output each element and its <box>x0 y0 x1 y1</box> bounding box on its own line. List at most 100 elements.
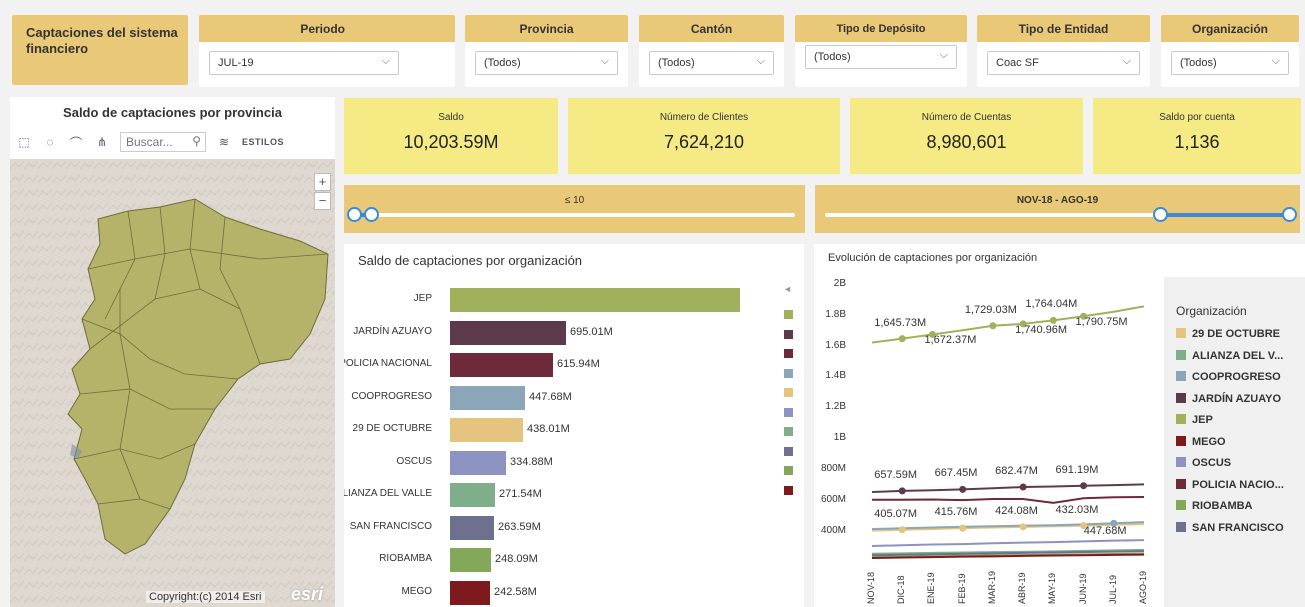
bar[interactable] <box>450 548 491 572</box>
data-point[interactable] <box>1049 316 1057 324</box>
bar[interactable] <box>450 483 495 507</box>
line-legend: Organización 29 DE OCTUBRE ALIANZA DEL V.… <box>1164 277 1305 607</box>
search-icon[interactable]: ⚲ <box>192 134 201 148</box>
tipo-entidad-select[interactable]: Coac SF ⌵ <box>987 51 1140 75</box>
point-label: 424.08M <box>995 504 1038 517</box>
legend-swatch[interactable] <box>784 427 793 436</box>
map-canvas[interactable]: + − Copyright:(c) 2014 Esri esri <box>10 159 335 607</box>
legend-item[interactable]: JARDÍN AZUAYO <box>1176 392 1281 405</box>
x-tick-label: FEB-19 <box>956 573 967 604</box>
bar[interactable] <box>450 320 566 345</box>
bar-category-label: SAN FRANCISCO <box>349 520 432 532</box>
legend-collapse-icon[interactable]: ◄ <box>783 284 792 294</box>
filter-canton[interactable]: Cantón (Todos) ⌵ <box>639 15 784 87</box>
legend-item[interactable]: SAN FRANCISCO <box>1176 521 1284 534</box>
slider-handle-min[interactable] <box>1152 207 1168 222</box>
bar-category-label: COOPROGRESO <box>351 390 432 402</box>
legend-swatch[interactable] <box>784 329 793 339</box>
layers-icon[interactable]: ≋ <box>216 134 232 150</box>
zoom-in-button[interactable]: + <box>314 173 331 191</box>
legend-item[interactable]: RIOBAMBA <box>1176 500 1253 512</box>
slider-handle-max[interactable] <box>1282 207 1297 222</box>
bar[interactable] <box>450 450 506 475</box>
legend-swatch[interactable] <box>784 368 793 378</box>
legend-swatch[interactable] <box>784 388 793 397</box>
bar-value-label: 695.01M <box>570 325 613 338</box>
clear-selection-icon[interactable]: ⋔ <box>94 134 110 150</box>
kpi-cuentas: Número de Cuentas 8,980,601 <box>850 98 1083 174</box>
bar-row[interactable]: 29 DE OCTUBRE 438.01M <box>344 418 784 442</box>
data-point[interactable] <box>989 322 997 330</box>
bar-row[interactable]: OSCUS 334.88M <box>344 450 784 475</box>
slider-track[interactable] <box>347 207 795 222</box>
tipo-deposito-select[interactable]: (Todos) ⌵ <box>805 45 957 69</box>
legend-item[interactable]: OSCUS <box>1176 457 1231 469</box>
data-point[interactable] <box>1019 523 1027 531</box>
x-tick-label: NOV-18 <box>866 571 876 604</box>
series-line[interactable] <box>871 483 1145 494</box>
map-styles-button[interactable]: ESTILOS <box>242 137 284 147</box>
legend-swatch[interactable] <box>784 310 793 319</box>
slider-handle-min[interactable] <box>347 207 362 222</box>
bar-row[interactable]: POLICIA NACIONAL 615.94M <box>344 353 784 377</box>
rectangle-select-icon[interactable]: ⬚ <box>16 134 32 150</box>
bar-row[interactable]: ALIANZA DEL VALLE 271.54M <box>344 483 784 507</box>
legend-item[interactable]: COOPROGRESO <box>1176 371 1281 383</box>
map-search-input[interactable]: Buscar... ⚲ <box>120 132 206 152</box>
legend-item[interactable]: POLICIA NACIO... <box>1176 478 1284 491</box>
bar[interactable] <box>450 288 740 312</box>
filter-tipo-deposito[interactable]: Tipo de Depósito (Todos) ⌵ <box>795 15 967 87</box>
bar[interactable] <box>450 385 525 410</box>
data-point[interactable] <box>959 485 967 493</box>
legend-swatch[interactable] <box>784 466 793 475</box>
organizacion-select[interactable]: (Todos) ⌵ <box>1171 51 1289 75</box>
bar-value-label: 248.09M <box>495 553 538 565</box>
slider-handle-max[interactable] <box>363 207 379 222</box>
bar-row[interactable]: COOPROGRESO 447.68M <box>344 385 784 410</box>
bar-value-label: 438.01M <box>527 423 570 435</box>
data-point[interactable] <box>898 526 906 534</box>
kpi-value: 8,980,601 <box>926 132 1007 152</box>
legend-swatch[interactable] <box>784 446 793 456</box>
legend-item[interactable]: 29 DE OCTUBRE <box>1176 328 1280 340</box>
legend-item[interactable]: MEGO <box>1176 435 1226 448</box>
filter-tipo-entidad[interactable]: Tipo de Entidad Coac SF ⌵ <box>977 15 1150 87</box>
y-tick-label: 1.6B <box>825 339 846 351</box>
chevron-down-icon: ⌵ <box>939 49 948 61</box>
slider-track[interactable] <box>825 207 1297 222</box>
filter-provincia[interactable]: Provincia (Todos) ⌵ <box>465 15 628 87</box>
zoom-out-button[interactable]: − <box>314 192 331 210</box>
legend-swatch[interactable] <box>784 485 793 495</box>
circle-select-icon[interactable]: ◌ <box>42 134 58 150</box>
bar[interactable] <box>450 580 490 605</box>
series-line[interactable] <box>871 539 1145 547</box>
bar-row[interactable]: JARDÍN AZUAYO 695.01M <box>344 320 784 345</box>
periodo-select[interactable]: JUL-19 ⌵ <box>209 51 399 75</box>
bar[interactable] <box>450 515 494 540</box>
data-point[interactable] <box>959 524 967 532</box>
bar[interactable] <box>450 418 523 442</box>
legend-item[interactable]: ALIANZA DEL V... <box>1176 349 1283 362</box>
lasso-select-icon[interactable]: ⌒ <box>68 134 84 150</box>
legend-swatch[interactable] <box>784 407 793 417</box>
data-point[interactable] <box>1019 483 1027 491</box>
bar-row[interactable]: MEGO 242.58M <box>344 580 784 605</box>
bar[interactable] <box>450 353 553 377</box>
filter-periodo[interactable]: Periodo JUL-19 ⌵ <box>199 15 455 87</box>
bar-row[interactable]: SAN FRANCISCO 263.59M <box>344 515 784 540</box>
filter-label: Organización <box>1161 15 1299 42</box>
data-point[interactable] <box>1080 482 1088 490</box>
x-tick-label: MAY-19 <box>1047 572 1058 604</box>
data-point[interactable] <box>898 335 906 343</box>
legend-swatch[interactable] <box>784 349 793 358</box>
filter-organizacion[interactable]: Organización (Todos) ⌵ <box>1161 15 1299 87</box>
bar-category-label: OSCUS <box>396 455 432 467</box>
series-line[interactable] <box>872 495 1145 504</box>
provincia-select[interactable]: (Todos) ⌵ <box>475 51 618 75</box>
legend-item[interactable]: JEP <box>1176 414 1213 426</box>
bar-row[interactable]: JEP <box>344 288 784 312</box>
canton-select[interactable]: (Todos) ⌵ <box>649 51 774 75</box>
chevron-down-icon: ⌵ <box>756 55 765 67</box>
bar-row[interactable]: RIOBAMBA 248.09M <box>344 548 784 572</box>
data-point[interactable] <box>898 487 906 495</box>
